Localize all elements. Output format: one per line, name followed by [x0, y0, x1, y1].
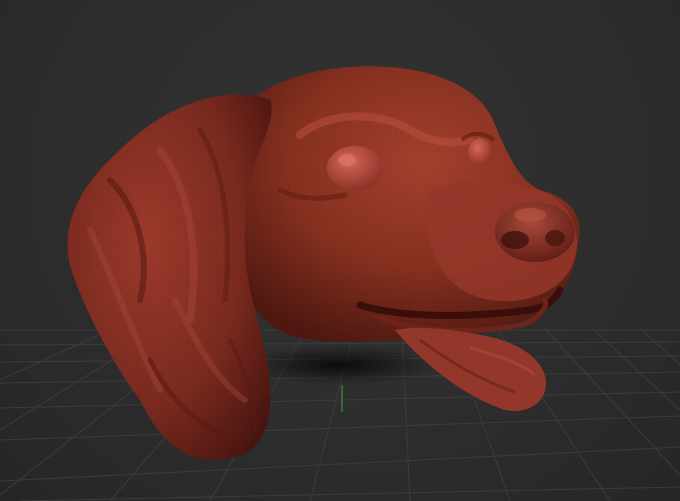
ear-wireframe — [67, 94, 272, 461]
dog-head-model[interactable] — [67, 66, 580, 461]
model-shadow — [245, 345, 435, 385]
right-eye[interactable] — [468, 138, 492, 166]
viewport-canvas[interactable] — [0, 0, 680, 501]
3d-viewport[interactable] — [0, 0, 680, 501]
left-eye[interactable] — [327, 146, 383, 190]
